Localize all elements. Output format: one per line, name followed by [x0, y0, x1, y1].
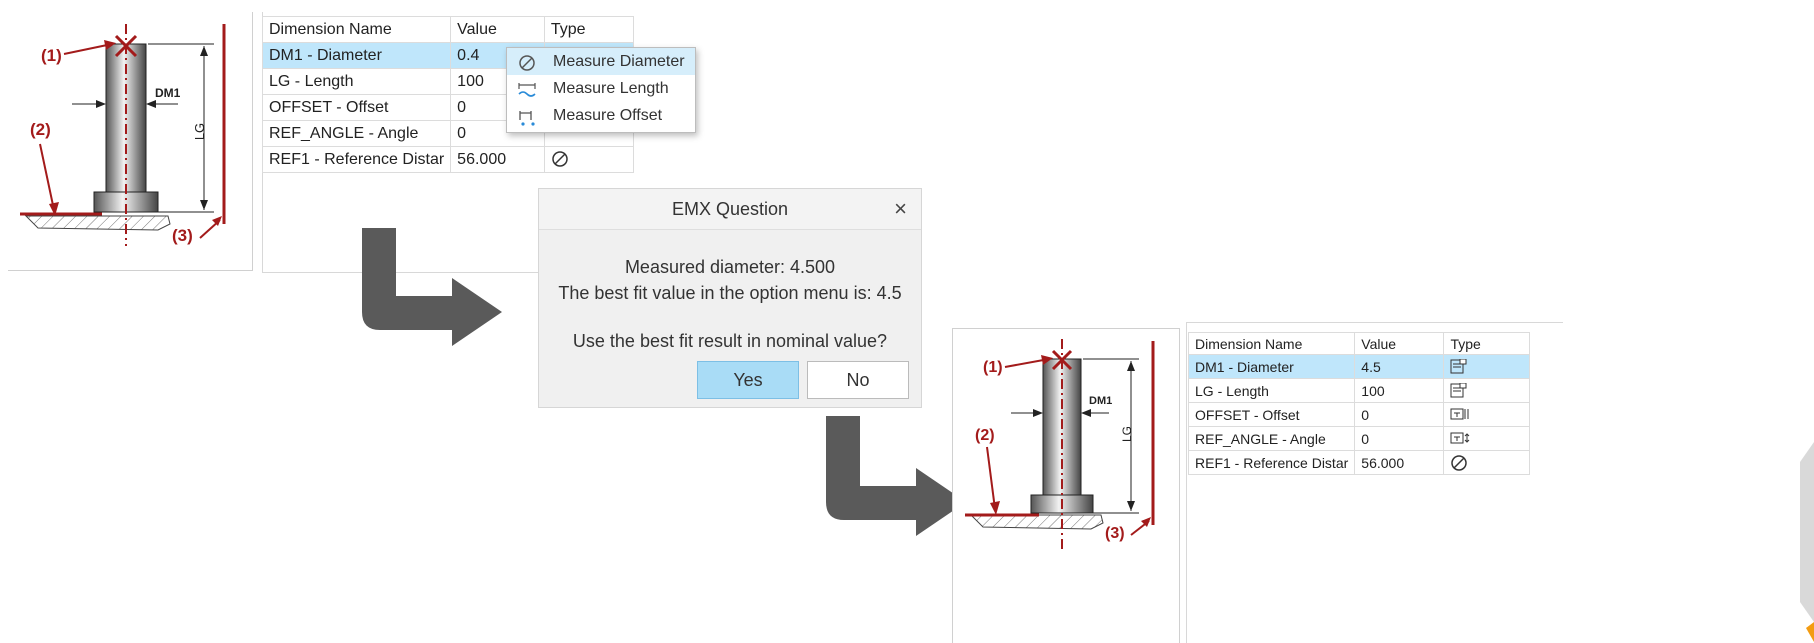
row-name: OFFSET - Offset: [1187, 402, 1356, 427]
drawing-panel-after: (1) (2) (3) DM1 LG: [952, 328, 1180, 643]
row-name: REF1 - Reference Distar: [1187, 450, 1356, 475]
table-row[interactable]: DM1 - Diameter 4.5: [1187, 354, 1530, 379]
table-row[interactable]: OFFSET - Offset 0: [1187, 402, 1530, 427]
menu-item-measure-diameter[interactable]: Measure Diameter: [507, 48, 695, 75]
row-name: LG - Length: [261, 68, 452, 95]
flow-arrow-1: [362, 228, 502, 346]
emx-question-dialog: EMX Question × Measured diameter: 4.500 …: [538, 188, 922, 408]
row-name: REF_ANGLE - Angle: [1187, 426, 1356, 451]
header-value[interactable]: Value: [1354, 332, 1445, 355]
row-name: DM1 - Diameter: [261, 42, 452, 69]
menu-item-measure-offset[interactable]: Measure Offset: [507, 102, 695, 129]
row-value[interactable]: 100: [1354, 378, 1445, 403]
dialog-title: EMX Question: [671, 199, 789, 219]
dimension-table-after: Dimension Name Value Type DM1 - Diameter…: [1187, 332, 1530, 475]
drawing-panel-before: (1) (2) (3) DM1 LG: [8, 12, 253, 271]
dm1-label: DM1: [155, 86, 181, 100]
row-type[interactable]: [1443, 450, 1530, 475]
callout-1-label: (1): [983, 359, 1003, 376]
row-value[interactable]: 4.5: [1354, 354, 1445, 379]
menu-item-label: Measure Diameter: [553, 53, 685, 70]
row-name: REF_ANGLE - Angle: [261, 120, 452, 147]
offset-type-icon: [1450, 408, 1469, 420]
row-type[interactable]: [1443, 378, 1530, 403]
header-dimension-name[interactable]: Dimension Name: [261, 16, 452, 43]
callout-2-label: (2): [975, 427, 995, 444]
header-type[interactable]: Type: [543, 16, 635, 43]
table-row[interactable]: LG - Length 100: [1187, 378, 1530, 403]
table-row[interactable]: REF_ANGLE - Angle 0: [1187, 426, 1530, 451]
dialog-title-bar: EMX Question ×: [539, 189, 921, 230]
row-type[interactable]: [1443, 402, 1530, 427]
row-value[interactable]: 56.000: [1354, 450, 1445, 475]
flow-arrow-2: [826, 416, 966, 536]
no-button[interactable]: No: [807, 361, 909, 399]
table-row[interactable]: REF1 - Reference Distar 56.000: [1187, 450, 1530, 475]
row-value[interactable]: 0: [1354, 426, 1445, 451]
reference-distance-icon: [552, 151, 568, 168]
row-name: LG - Length: [1187, 378, 1356, 403]
measure-length-icon: [518, 83, 536, 97]
measure-diameter-icon: [519, 55, 535, 71]
menu-item-label: Measure Offset: [553, 107, 663, 124]
lg-label: LG: [192, 122, 208, 141]
lg-label: LG: [1120, 425, 1135, 443]
table-row[interactable]: REF1 - Reference Distar 56.000: [261, 146, 635, 173]
callout-3-label: (3): [1105, 525, 1125, 542]
row-type[interactable]: [1443, 426, 1530, 451]
measure-offset-icon: [519, 111, 535, 126]
row-name: REF1 - Reference Distar: [261, 146, 452, 173]
dm1-label: DM1: [1089, 395, 1113, 407]
callout-2-label: (2): [30, 120, 51, 139]
row-value[interactable]: 56.000: [450, 146, 545, 173]
dialog-message: Measured diameter: 4.500 The best fit va…: [539, 230, 921, 354]
menu-item-measure-length[interactable]: Measure Length: [507, 75, 695, 102]
reference-distance-icon: [1451, 454, 1468, 471]
row-type[interactable]: [543, 146, 635, 173]
row-value[interactable]: 0: [1354, 402, 1445, 427]
header-type[interactable]: Type: [1443, 332, 1530, 355]
header-dimension-name[interactable]: Dimension Name: [1187, 332, 1356, 355]
angle-type-icon: [1450, 432, 1470, 444]
row-name: OFFSET - Offset: [261, 94, 452, 121]
callout-1-label: (1): [41, 46, 62, 65]
menu-item-label: Measure Length: [553, 80, 669, 97]
close-icon[interactable]: ×: [894, 189, 907, 229]
callout-3-label: (3): [172, 226, 193, 245]
length-type-icon: [1450, 383, 1467, 398]
measure-context-menu: Measure Diameter Measure Length Measure …: [506, 47, 696, 133]
header-value[interactable]: Value: [450, 16, 545, 43]
diameter-type-icon: [1450, 359, 1467, 374]
message-line-3: Use the best fit result in nominal value…: [572, 331, 888, 351]
message-line-2: The best fit value in the option menu is…: [558, 283, 902, 303]
row-type[interactable]: [1443, 354, 1530, 379]
message-line-1: Measured diameter: 4.500: [624, 257, 836, 277]
side-decoration: [1800, 442, 1814, 642]
yes-button[interactable]: Yes: [697, 361, 799, 399]
row-name: DM1 - Diameter: [1187, 354, 1356, 379]
